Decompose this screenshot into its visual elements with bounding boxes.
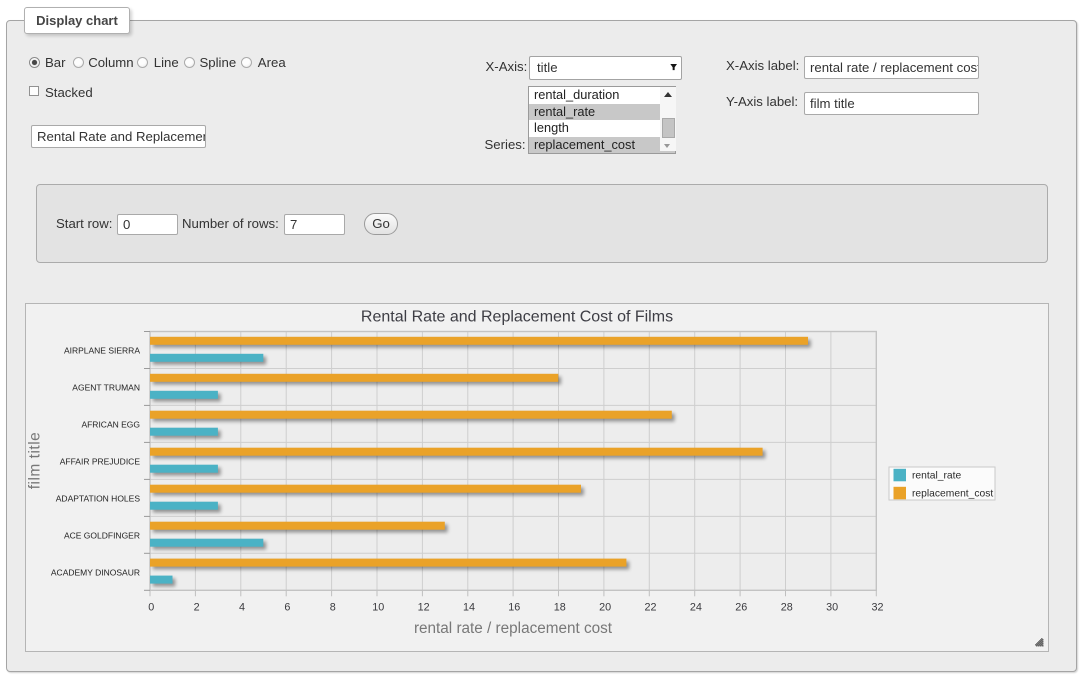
svg-text:2: 2 [194, 601, 200, 613]
svg-text:rental_rate: rental_rate [912, 471, 962, 482]
svg-text:30: 30 [826, 601, 838, 613]
svg-text:16: 16 [508, 601, 520, 613]
svg-text:AIRPLANE SIERRA: AIRPLANE SIERRA [64, 346, 140, 356]
svg-text:26: 26 [735, 601, 747, 613]
svg-text:Rental Rate and Replacement Co: Rental Rate and Replacement Cost of Film… [361, 309, 673, 326]
svg-text:0: 0 [148, 601, 154, 613]
svg-text:ADAPTATION HOLES: ADAPTATION HOLES [56, 493, 141, 503]
svg-text:AGENT TRUMAN: AGENT TRUMAN [72, 383, 140, 393]
svg-text:8: 8 [330, 601, 336, 613]
svg-text:film title: film title [27, 432, 44, 490]
svg-text:AFFAIR PREJUDICE: AFFAIR PREJUDICE [60, 456, 141, 466]
svg-text:6: 6 [284, 601, 290, 613]
svg-text:14: 14 [463, 601, 475, 613]
svg-text:12: 12 [418, 601, 430, 613]
svg-text:4: 4 [239, 601, 245, 613]
svg-text:10: 10 [372, 601, 384, 613]
svg-text:20: 20 [599, 601, 611, 613]
svg-text:32: 32 [871, 601, 883, 613]
svg-text:22: 22 [644, 601, 656, 613]
svg-text:ACADEMY DINOSAUR: ACADEMY DINOSAUR [51, 567, 140, 577]
svg-text:ACE GOLDFINGER: ACE GOLDFINGER [64, 530, 140, 540]
svg-text:rental rate / replacement cost: rental rate / replacement cost [414, 620, 613, 637]
svg-text:28: 28 [781, 601, 793, 613]
svg-text:replacement_cost: replacement_cost [912, 489, 993, 500]
svg-text:24: 24 [690, 601, 702, 613]
svg-text:18: 18 [554, 601, 566, 613]
svg-text:AFRICAN EGG: AFRICAN EGG [81, 419, 140, 429]
